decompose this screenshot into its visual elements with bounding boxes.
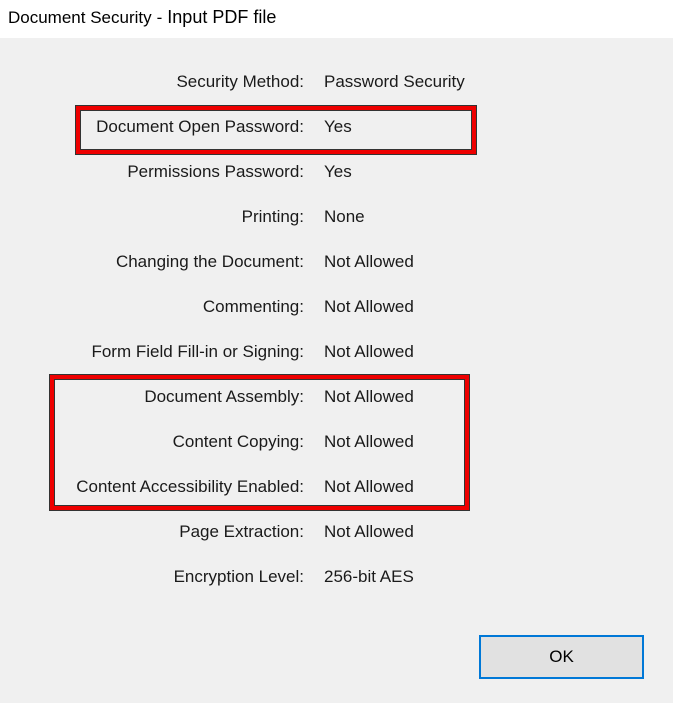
property-row-page-extraction: Page Extraction: Not Allowed <box>0 520 673 544</box>
property-value: Not Allowed <box>324 252 414 271</box>
window-title: Document Security - Input PDF file <box>8 7 276 28</box>
property-row-content-accessibility: Content Accessibility Enabled: Not Allow… <box>0 475 673 499</box>
property-label: Commenting: <box>202 297 304 316</box>
property-row-document-assembly: Document Assembly: Not Allowed <box>0 385 673 409</box>
property-label: Content Accessibility Enabled: <box>76 477 304 496</box>
property-value: Not Allowed <box>324 387 414 406</box>
property-row-security-method: Security Method: Password Security <box>0 70 673 94</box>
property-label: Printing: <box>241 207 304 226</box>
title-bar: Document Security - Input PDF file <box>0 0 673 38</box>
property-row-encryption-level: Encryption Level: 256-bit AES <box>0 565 673 589</box>
property-label: Document Open Password: <box>96 117 304 136</box>
property-label: Document Assembly: <box>144 387 304 406</box>
property-value: Not Allowed <box>324 342 414 361</box>
document-name: Input PDF file <box>167 7 277 27</box>
property-row-form-field-fill-in: Form Field Fill-in or Signing: Not Allow… <box>0 340 673 364</box>
property-label: Encryption Level: <box>173 567 304 586</box>
property-value: Not Allowed <box>324 297 414 316</box>
property-value: Password Security <box>324 72 465 91</box>
property-row-document-open-password: Document Open Password: Yes <box>0 115 673 139</box>
dialog-title: Document Security <box>8 8 152 27</box>
property-row-permissions-password: Permissions Password: Yes <box>0 160 673 184</box>
title-separator: - <box>156 8 163 27</box>
property-label: Permissions Password: <box>127 162 304 181</box>
property-row-changing-document: Changing the Document: Not Allowed <box>0 250 673 274</box>
property-value: Yes <box>324 117 352 136</box>
property-value: Not Allowed <box>324 477 414 496</box>
property-label: Changing the Document: <box>115 252 304 271</box>
property-label: Page Extraction: <box>179 522 304 541</box>
property-row-printing: Printing: None <box>0 205 673 229</box>
property-label: Security Method: <box>176 72 304 91</box>
property-value: Not Allowed <box>324 522 414 541</box>
property-row-content-copying: Content Copying: Not Allowed <box>0 430 673 454</box>
property-value: Yes <box>324 162 352 181</box>
property-value: None <box>324 207 365 226</box>
ok-button[interactable]: OK <box>479 635 644 679</box>
property-row-commenting: Commenting: Not Allowed <box>0 295 673 319</box>
property-label: Form Field Fill-in or Signing: <box>91 342 304 361</box>
property-value: Not Allowed <box>324 432 414 451</box>
property-value: 256-bit AES <box>324 567 414 586</box>
property-label: Content Copying: <box>172 432 304 451</box>
